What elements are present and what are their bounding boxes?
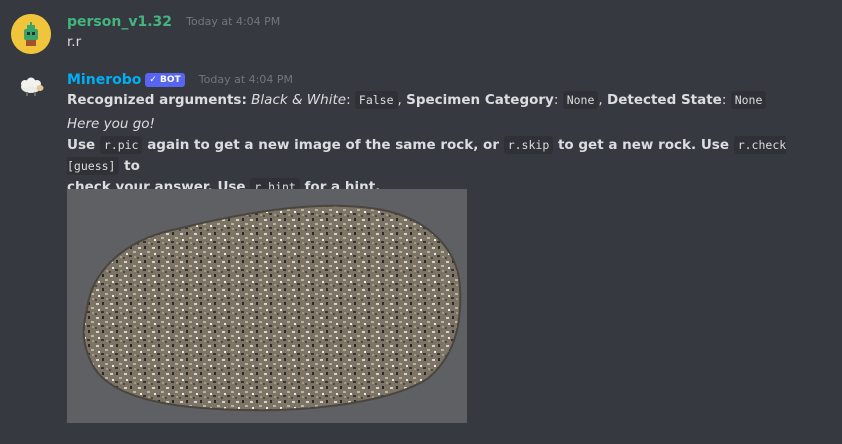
state-value: None xyxy=(730,91,767,109)
rock-image-attachment[interactable] xyxy=(67,189,467,423)
instr-text: to get a new rock. Use xyxy=(557,137,729,153)
args-label: Recognized arguments: xyxy=(67,92,247,108)
bw-value: False xyxy=(354,91,398,109)
message-timestamp[interactable]: Today at 4:04 PM xyxy=(186,11,280,33)
instructions-line-1: Use r.pic again to get a new image of th… xyxy=(67,135,822,177)
category-value: None xyxy=(562,91,599,109)
category-label: Specimen Category xyxy=(406,92,554,108)
bw-label: Black & White xyxy=(251,92,347,108)
message-content: Recognized arguments: Black & White: Fal… xyxy=(67,90,822,198)
instr-text: Use xyxy=(67,137,96,153)
username[interactable]: person_v1.32 xyxy=(67,11,172,33)
bot-avatar[interactable] xyxy=(14,68,48,102)
cmd-skip: r.skip xyxy=(503,136,554,154)
cmd-pic: r.pic xyxy=(99,136,143,154)
instr-text: to xyxy=(124,158,140,174)
robot-avatar-icon xyxy=(11,14,51,54)
recognized-args-line: Recognized arguments: Black & White: Fal… xyxy=(67,90,822,111)
instr-text: again to get a new image of the same roc… xyxy=(147,137,499,153)
message-timestamp[interactable]: Today at 4:04 PM xyxy=(199,69,293,91)
rock-specimen-image xyxy=(67,189,467,423)
bot-username[interactable]: Minerobo xyxy=(67,69,141,91)
state-label: Detected State xyxy=(607,92,722,108)
greeting-line: Here you go! xyxy=(67,114,822,135)
user-avatar[interactable] xyxy=(11,14,51,54)
message-text: r.r xyxy=(67,34,82,50)
chat-messages: person_v1.32 Today at 4:04 PM r.r Minero… xyxy=(0,0,842,444)
bot-tag-badge: ✓ BOT xyxy=(145,72,185,87)
greeting-text: Here you go! xyxy=(67,116,155,132)
sheep-avatar-icon xyxy=(21,77,44,96)
